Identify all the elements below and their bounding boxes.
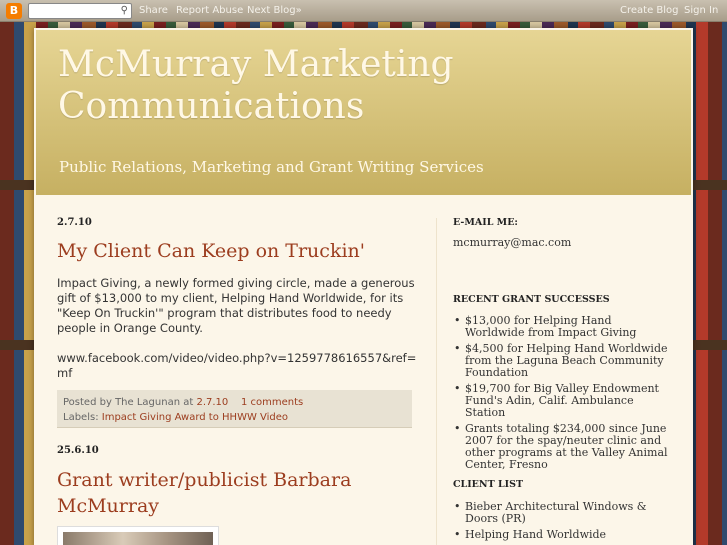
blogger-logo-icon[interactable]: B (6, 3, 22, 19)
post-url: www.facebook.com/video/video.php?v=12597… (57, 351, 417, 380)
next-blog-link[interactable]: Next Blog» (247, 5, 302, 16)
list-item: $4,500 for Helping Hand Worldwide from t… (453, 343, 673, 379)
list-item: Grants totaling $234,000 since June 2007… (453, 423, 673, 471)
search-input[interactable]: ⚲ (28, 3, 132, 19)
clients-heading: CLIENT LIST (453, 479, 524, 490)
list-item: Bieber Architectural Windows & Doors (PR… (453, 501, 673, 525)
label-link[interactable]: Impact Giving Award to HHWW Video (102, 412, 288, 423)
post-labels: Labels: Impact Giving Award to HHWW Vide… (63, 410, 406, 425)
blog-container: McMurray Marketing Communications Public… (34, 28, 693, 545)
post-date: 2.7.10 (57, 217, 92, 228)
post-date: 25.6.10 (57, 445, 99, 456)
email-heading: E-MAIL ME: (453, 217, 518, 228)
share-link[interactable]: Share (139, 5, 168, 16)
labels-label: Labels: (63, 412, 99, 423)
blog-title[interactable]: McMurray Marketing Communications (58, 44, 658, 128)
email-address: mcmurray@mac.com (453, 236, 572, 249)
post-byline: Posted by The Lagunan at 2.7.10 1 commen… (63, 395, 406, 410)
post-time-link[interactable]: 2.7.10 (196, 397, 228, 408)
grants-list: $13,000 for Helping Hand Worldwide from … (453, 315, 673, 475)
blogger-navbar: B ⚲ Share Report Abuse Next Blog» Create… (0, 0, 727, 22)
grants-heading: RECENT GRANT SUCCESSES (453, 294, 610, 305)
blog-description: Public Relations, Marketing and Grant Wr… (59, 158, 484, 176)
at-label: at (183, 397, 194, 408)
comments-link[interactable]: 1 comments (241, 397, 303, 408)
create-blog-link[interactable]: Create Blog (620, 5, 679, 16)
search-icon[interactable]: ⚲ (121, 5, 128, 16)
post-photo (57, 526, 219, 545)
list-item: Helping Hand Worldwide (453, 529, 673, 542)
post-paragraph: Impact Giving, a newly formed giving cir… (57, 276, 415, 335)
post-title[interactable]: Grant writer/publicist Barbara McMurray (57, 467, 357, 519)
clients-list: Bieber Architectural Windows & Doors (PR… (453, 501, 673, 545)
post-author: The Lagunan (115, 397, 181, 408)
column-divider (436, 218, 437, 545)
portrait-image (63, 532, 213, 545)
post-body: Impact Giving, a newly formed giving cir… (57, 276, 419, 381)
posted-by-label: Posted by (63, 397, 112, 408)
sign-in-link[interactable]: Sign In (684, 5, 718, 16)
post-title[interactable]: My Client Can Keep on Truckin' (57, 238, 365, 264)
report-abuse-link[interactable]: Report Abuse (176, 5, 243, 16)
list-item: $19,700 for Big Valley Endowment Fund's … (453, 383, 673, 419)
blog-header: McMurray Marketing Communications Public… (36, 30, 691, 195)
post-footer: Posted by The Lagunan at 2.7.10 1 commen… (57, 390, 412, 428)
list-item: $13,000 for Helping Hand Worldwide from … (453, 315, 673, 339)
